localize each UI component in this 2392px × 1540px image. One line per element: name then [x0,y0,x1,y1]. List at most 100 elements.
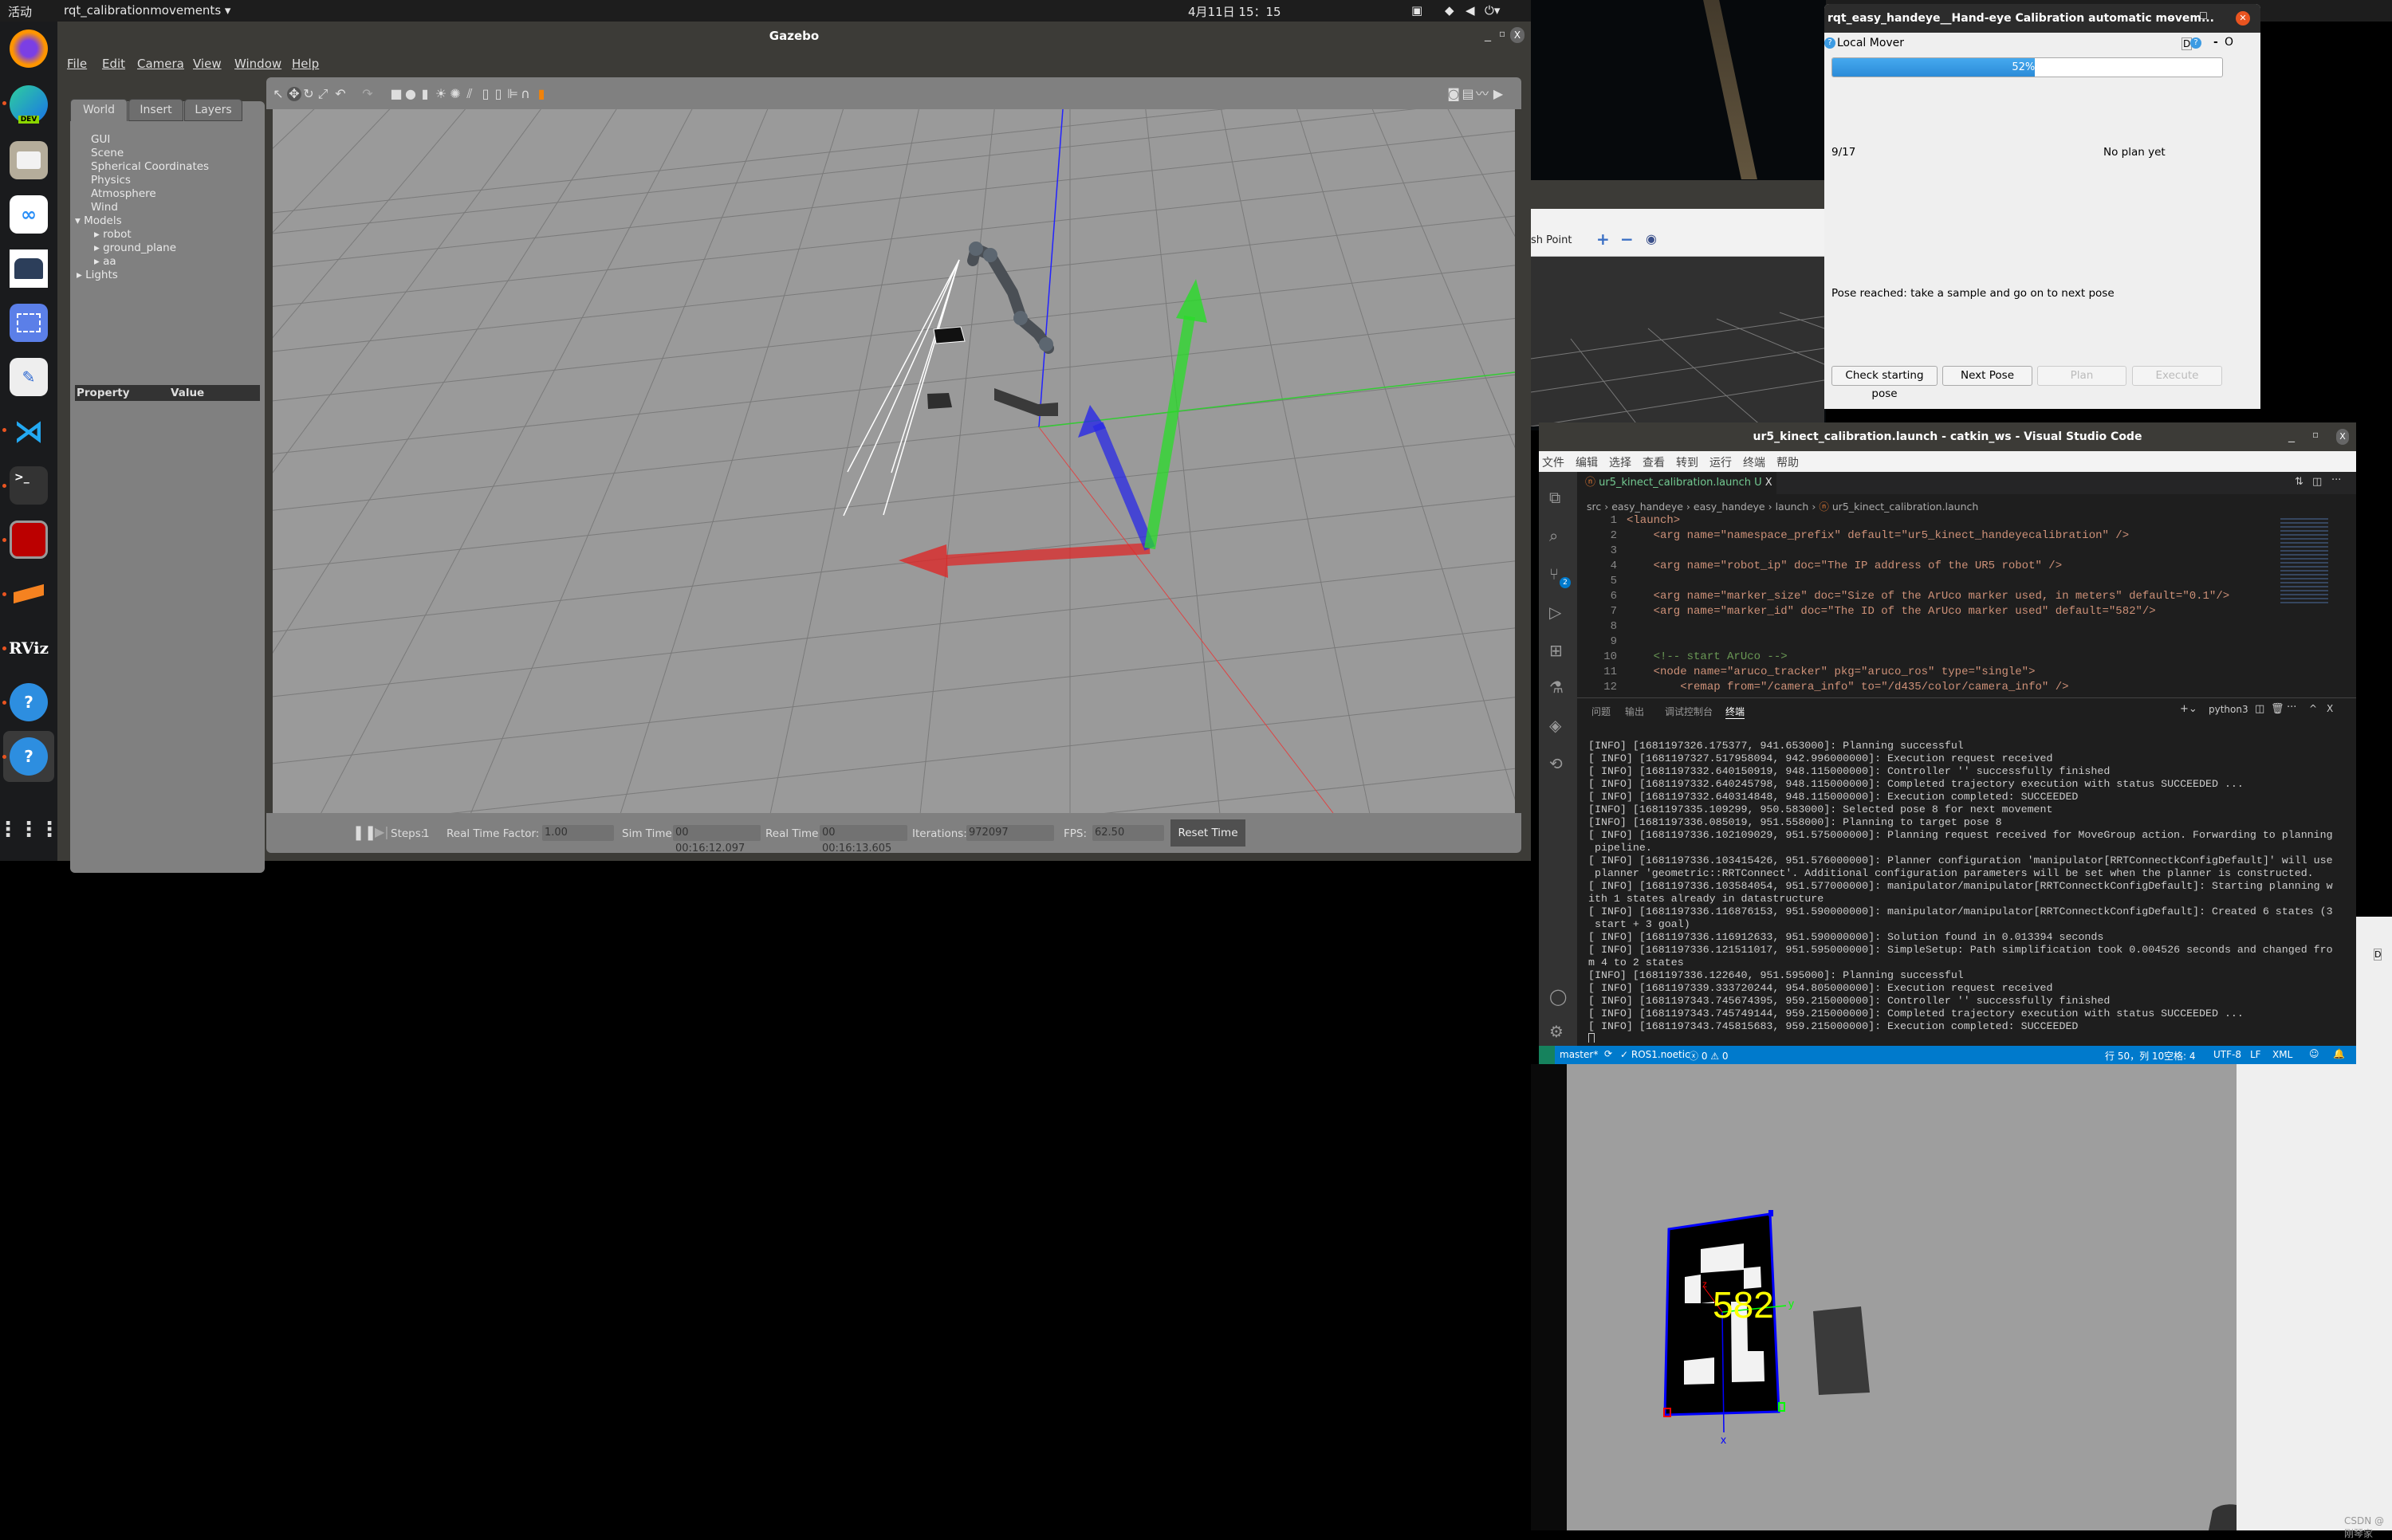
close-button[interactable]: X [1510,27,1525,43]
problems-count[interactable]: ⓧ 0 ⚠ 0 [1689,1049,1728,1063]
activities-button[interactable]: 活动 [8,3,32,20]
directional-light-icon[interactable]: ⫽ [462,87,477,101]
tree-ground-plane[interactable]: ▸ ground_plane [94,242,176,254]
view-angle-icon[interactable]: ▮ [534,87,549,101]
git-branch[interactable]: master* [1560,1049,1598,1060]
encoding[interactable]: UTF-8 [2213,1049,2241,1060]
search-icon[interactable]: ⌕ [1549,526,1558,545]
snap-icon[interactable]: ∩ [518,87,533,101]
rotate-tool-icon[interactable]: ↻ [301,87,316,101]
help-icon-active[interactable]: ? [10,737,48,776]
help-icon[interactable]: ? [10,683,48,721]
power-icon[interactable]: ⏻▾ [1485,3,1500,18]
split-editor-icon[interactable]: ◫ [2312,476,2322,488]
tab-layers[interactable]: Layers [184,99,242,121]
menu-file[interactable]: 文件 [1542,454,1564,470]
tab-close-icon[interactable]: X [1765,477,1772,489]
firefox-icon[interactable] [10,29,48,68]
maximize-button[interactable]: ☐ [2199,10,2208,22]
close-button[interactable]: X [2336,429,2349,445]
vscode-icon[interactable]: ⋊ [10,412,48,450]
sphere-shape-icon[interactable]: ● [403,87,418,101]
tree-gui[interactable]: GUI [91,133,110,146]
select-tool-icon[interactable]: ↖ [271,87,285,101]
menu-view[interactable]: 查看 [1643,454,1665,470]
wifi-icon[interactable]: ◆ [1445,3,1454,18]
source-control-icon[interactable]: ⑂ [1549,564,1559,583]
eye-icon[interactable]: ◉ [1646,231,1657,246]
minimap[interactable] [2276,514,2348,697]
spot-light-icon[interactable]: ✺ [448,87,462,101]
panel-tab-problems[interactable]: 问题 [1591,705,1611,718]
paste-icon[interactable]: ▯ [491,87,506,101]
files-icon[interactable] [10,141,48,179]
maximize-button[interactable]: ▫ [2312,429,2319,440]
menu-selection[interactable]: 选择 [1609,454,1631,470]
language-mode[interactable]: XML [2272,1049,2292,1060]
sublime-icon[interactable] [10,575,48,613]
panel-tab-terminal[interactable]: 终端 [1725,705,1745,719]
record-video-icon[interactable]: ▶ [1491,87,1505,101]
minimize-button[interactable]: _ [2288,427,2295,442]
cursor-position[interactable]: 行 50，列 10 [2105,1049,2164,1063]
point-light-icon[interactable]: ☀ [434,87,448,101]
screenshot-icon[interactable] [10,304,48,342]
split-terminal-icon[interactable]: ◫ [2255,703,2264,715]
rviz-viewport[interactable] [1531,257,1824,426]
menu-help[interactable]: Help [292,57,319,71]
menu-edit[interactable]: 编辑 [1576,454,1598,470]
rviz-icon[interactable]: RViz [9,629,49,667]
next-pose-button[interactable]: Next Pose [1942,366,2032,386]
publish-point-tool[interactable]: sh Point [1531,234,1572,246]
remote-indicator[interactable] [1539,1046,1555,1064]
volume-icon[interactable]: ◀ [1465,3,1475,18]
notifications-icon[interactable]: 🔔 [2333,1048,2345,1059]
testing-icon[interactable]: ⚗ [1549,678,1564,697]
clock[interactable]: 4月11日 15：15 [1188,3,1281,20]
undo-icon[interactable]: ↶ [333,87,348,101]
tab-world[interactable]: World [70,99,128,121]
expand-arrow-icon[interactable]: ▾ [75,214,84,227]
scale-tool-icon[interactable]: ⤢ [316,87,330,101]
plugin-help-button[interactable]: ? [2190,37,2201,49]
check-starting-pose-button[interactable]: Check starting pose [1831,366,1938,400]
help-icon[interactable]: ? [1824,37,1835,49]
cat-app-icon[interactable] [10,249,48,288]
menu-run[interactable]: 运行 [1709,454,1732,470]
menu-camera[interactable]: Camera [137,57,184,71]
menu-edit[interactable]: Edit [102,57,125,71]
add-tool-icon[interactable]: + [1596,230,1610,249]
minimize-button[interactable]: _ [1485,26,1491,41]
tree-aa[interactable]: ▸ aa [94,255,116,268]
ros-status[interactable]: ✓ ROS1.noetic [1620,1049,1690,1060]
menu-go[interactable]: 转到 [1676,454,1698,470]
network-icon[interactable]: ▣ [1411,3,1422,18]
sync-icon[interactable]: ⟳ [1604,1048,1612,1059]
collapse-arrow-icon[interactable]: ▸ [94,242,103,254]
maximize-button[interactable]: ▫ [1499,28,1505,39]
tree-physics[interactable]: Physics [91,174,131,187]
indentation[interactable]: 空格: 4 [2164,1049,2196,1063]
menu-terminal[interactable]: 终端 [1743,454,1765,470]
more-actions-icon[interactable]: ··· [2331,474,2341,486]
plugin-close-button[interactable]: O [2225,36,2233,49]
feedback-icon[interactable]: ☺ [2309,1048,2319,1059]
reset-time-button[interactable]: Reset Time [1170,819,1245,847]
plan-button[interactable]: Plan [2037,366,2126,386]
run-debug-icon[interactable]: ▷ [1549,603,1561,622]
explorer-icon[interactable]: ⧉ [1549,488,1560,507]
box-shape-icon[interactable]: ■ [389,87,403,101]
menu-file[interactable]: File [67,57,87,71]
maximize-panel-icon[interactable]: ^ [2309,703,2317,714]
close-panel-icon[interactable]: X [2327,703,2333,714]
remote-explorer-icon[interactable]: ⟲ [1549,754,1563,773]
extensions-icon[interactable]: ⊞ [1549,641,1563,660]
edge-dev-icon[interactable]: DEV [10,85,48,124]
kill-terminal-icon[interactable]: 🗑 [2271,703,2284,715]
close-button[interactable]: ✕ [2236,11,2250,26]
minimize-button[interactable]: – [2167,10,2174,26]
eol[interactable]: LF [2250,1049,2261,1060]
terminator-icon[interactable] [10,521,48,559]
plot-icon[interactable]: 〰 [1475,87,1489,101]
menu-view[interactable]: View [193,57,222,71]
